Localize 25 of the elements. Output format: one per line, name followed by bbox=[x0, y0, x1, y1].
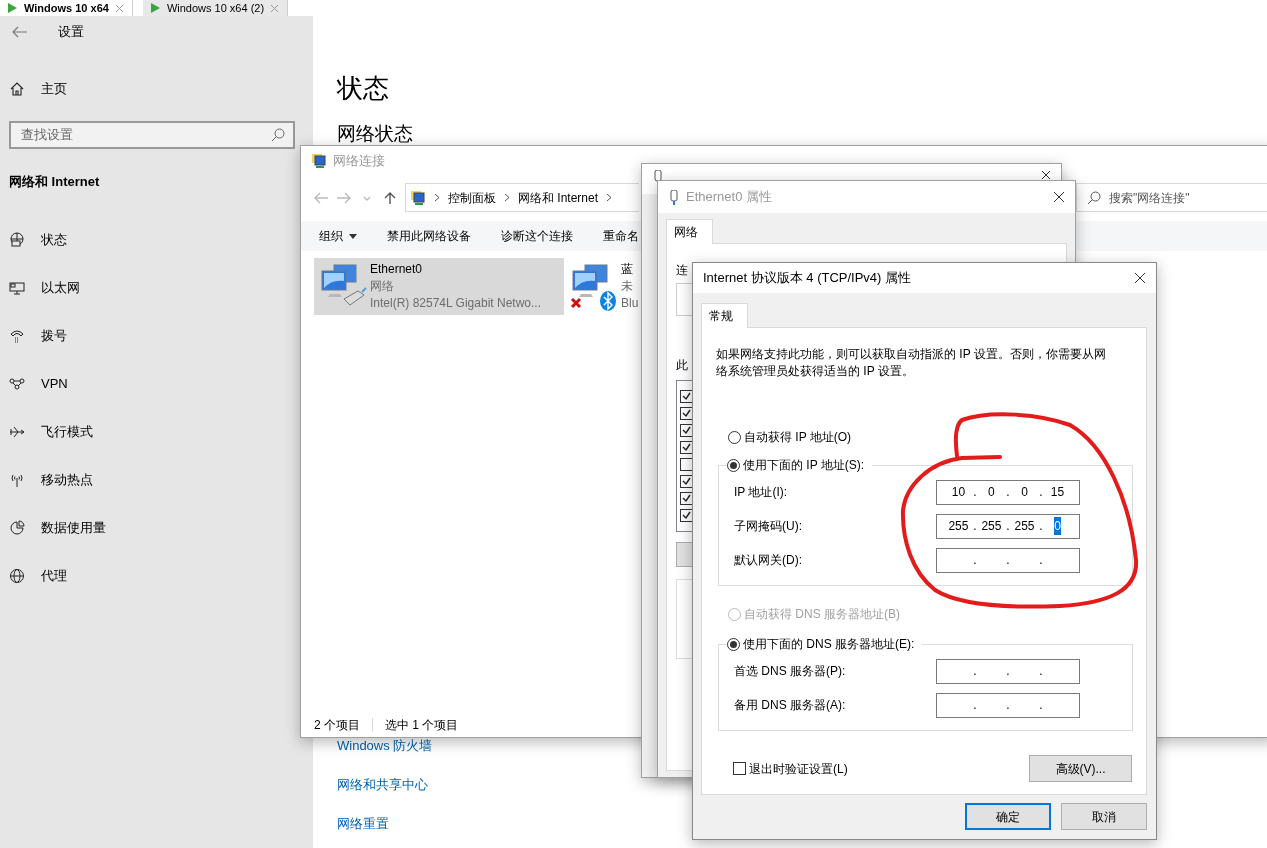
section-heading: 网络状态 bbox=[337, 122, 414, 146]
adapter-status: 未 bbox=[621, 278, 634, 295]
window-title: Ethernet0 属性 bbox=[686, 188, 773, 207]
tab-label: Windows 10 x64 bbox=[24, 1, 109, 16]
section-heading: 网络和 Internet bbox=[9, 173, 101, 191]
field-label: IP 地址(I): bbox=[734, 484, 789, 501]
adapter-name: 蓝 bbox=[621, 261, 634, 278]
adapter-device: Blu bbox=[621, 295, 639, 312]
settings-title: 设置 bbox=[58, 23, 84, 42]
status-text: 选中 1 个项目 bbox=[385, 717, 459, 734]
tab-label: Windows 10 x64 (2) bbox=[166, 1, 265, 16]
label-fragment: 连 bbox=[676, 262, 688, 279]
adapter-name: Ethernet0 bbox=[370, 261, 424, 278]
adapter-device: Intel(R) 82574L Gigabit Netwo... bbox=[370, 295, 541, 312]
adapter-status: 网络 bbox=[370, 278, 395, 295]
field-label: 备用 DNS 服务器(A): bbox=[734, 697, 847, 714]
field-label: 子网掩码(U): bbox=[734, 518, 803, 535]
window-title: 网络连接 bbox=[333, 152, 386, 171]
window-title: Internet 协议版本 4 (TCP/IPv4) 属性 bbox=[703, 269, 913, 288]
label-fragment: 此 bbox=[676, 357, 688, 374]
page-title: 状态 bbox=[337, 72, 390, 105]
field-label: 首选 DNS 服务器(P): bbox=[734, 663, 847, 680]
status-text: 2 个项目 bbox=[314, 717, 360, 734]
field-label: 默认网关(D): bbox=[734, 552, 803, 569]
description-text: 如果网络支持此功能，则可以获取自动指派的 IP 设置。否则，你需要从网络系统管理员处获得适当的 IP 设置。 bbox=[716, 346, 1107, 380]
